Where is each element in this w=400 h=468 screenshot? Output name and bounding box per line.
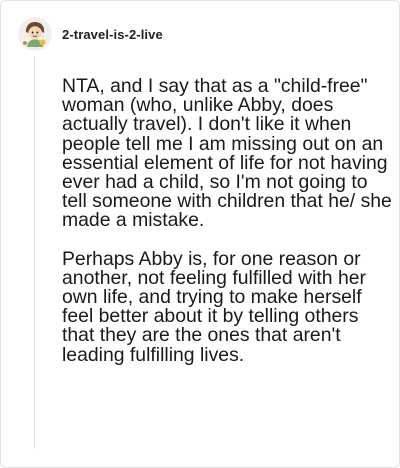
comment-username[interactable]: 2-travel-is-2-live: [62, 27, 163, 42]
user-avatar-icon[interactable]: [18, 17, 52, 51]
comment-body: NTA, and I say that as a "child-free" wo…: [62, 75, 394, 366]
comment-header: 2-travel-is-2-live: [18, 16, 163, 52]
comment-paragraph: Perhaps Abby is, for one reason or anoth…: [62, 247, 366, 366]
comment-paragraph: NTA, and I say that as a "child-free" wo…: [62, 75, 392, 232]
thread-line: [34, 55, 35, 449]
comment-card: 2-travel-is-2-live NTA, and I say that a…: [0, 0, 400, 468]
